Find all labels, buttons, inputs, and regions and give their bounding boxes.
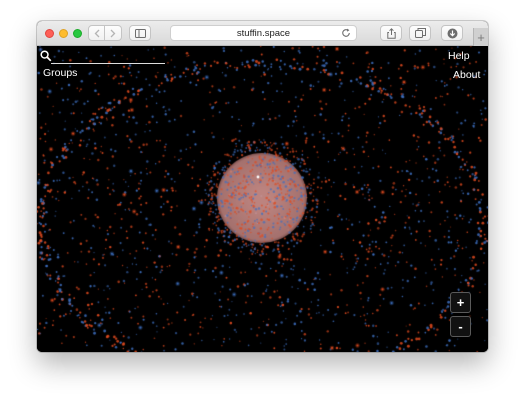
zoom-out-label: - bbox=[458, 319, 463, 334]
downloads-button[interactable] bbox=[441, 25, 463, 41]
address-text: stuffin.space bbox=[236, 27, 291, 39]
download-icon bbox=[447, 28, 457, 38]
back-button[interactable] bbox=[88, 25, 105, 41]
share-button[interactable] bbox=[380, 25, 402, 41]
maximize-window-button[interactable] bbox=[73, 29, 82, 38]
about-link[interactable]: About bbox=[453, 69, 480, 81]
back-arrow-icon bbox=[94, 29, 99, 37]
new-tab-button[interactable]: + bbox=[473, 28, 488, 46]
sidebar-icon bbox=[134, 28, 146, 38]
groups-menu-button[interactable]: Groups bbox=[43, 67, 77, 79]
tabs-overview-button[interactable] bbox=[409, 25, 431, 41]
forward-button[interactable] bbox=[105, 25, 122, 41]
browser-toolbar: stuffin.space + bbox=[37, 21, 488, 46]
share-icon bbox=[386, 27, 396, 39]
space-viewport[interactable]: Groups Help About + - bbox=[37, 46, 488, 352]
zoom-in-button[interactable]: + bbox=[450, 292, 471, 313]
browser-window: stuffin.space + Groups Help About + - bbox=[37, 21, 488, 352]
address-bar[interactable]: stuffin.space bbox=[170, 25, 357, 41]
orbit-visualization[interactable] bbox=[37, 46, 488, 352]
reload-icon[interactable] bbox=[341, 28, 351, 38]
search-icon[interactable] bbox=[40, 50, 52, 62]
navigation-buttons bbox=[88, 25, 122, 41]
zoom-in-label: + bbox=[456, 295, 465, 310]
search-input[interactable] bbox=[51, 63, 165, 64]
tabs-icon bbox=[414, 28, 426, 38]
sidebar-button[interactable] bbox=[129, 25, 151, 41]
zoom-out-button[interactable]: - bbox=[450, 316, 471, 337]
minimize-window-button[interactable] bbox=[59, 29, 68, 38]
close-window-button[interactable] bbox=[45, 29, 54, 38]
help-link[interactable]: Help bbox=[448, 50, 470, 62]
forward-arrow-icon bbox=[110, 29, 116, 37]
new-tab-label: + bbox=[477, 29, 485, 45]
